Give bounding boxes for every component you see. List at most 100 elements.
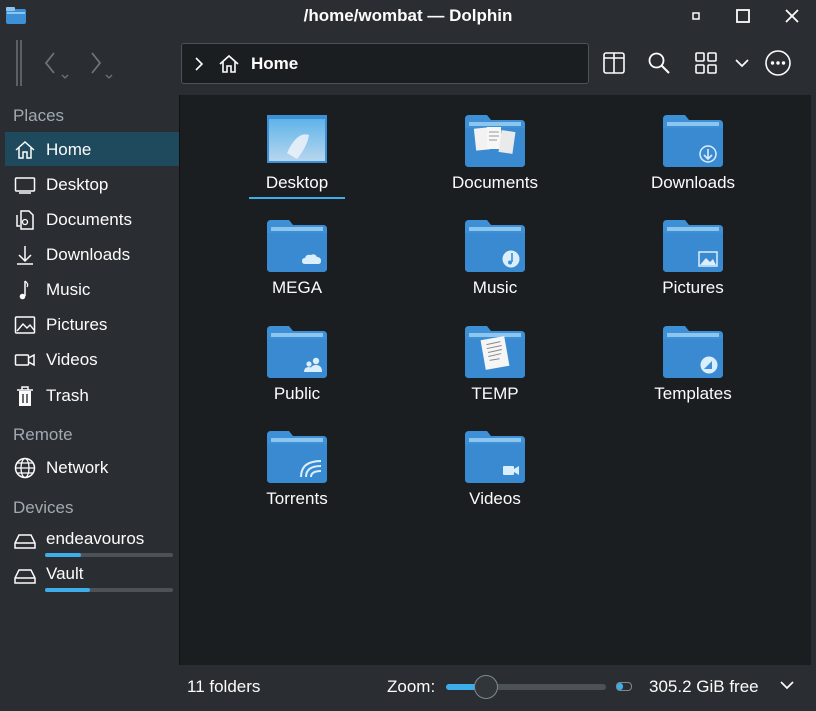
zoom-slider-handle[interactable]: [474, 675, 498, 699]
sidebar-item-endeavouros[interactable]: endeavouros: [5, 527, 179, 561]
desktop-folder-icon: [267, 115, 327, 163]
capacity-bar: [45, 553, 173, 557]
forward-button[interactable]: [80, 46, 116, 82]
paper-folder-icon: [465, 326, 525, 378]
sidebar-item-documents[interactable]: Documents: [5, 202, 179, 236]
close-icon: [785, 9, 799, 23]
more-options-button[interactable]: [762, 46, 794, 80]
file-name: Desktop: [265, 173, 329, 192]
music-folder-icon: [465, 220, 525, 272]
file-item[interactable]: Torrents: [212, 431, 382, 531]
back-button[interactable]: [36, 46, 72, 82]
file-view[interactable]: Desktop Documents Downloads MEGA Music P…: [179, 95, 811, 665]
file-item[interactable]: Templates: [608, 326, 778, 426]
videos-icon: [14, 353, 35, 367]
sidebar-item-label: Pictures: [46, 315, 108, 334]
sidebar-item-label: Downloads: [46, 245, 131, 264]
location-bar[interactable]: Home: [181, 43, 589, 84]
breadcrumb-home[interactable]: Home: [251, 54, 298, 74]
more-options-icon: [765, 50, 791, 76]
dolphin-window: /home/wombat — Dolphin Home Places Home …: [0, 0, 816, 711]
network-icon: [14, 457, 36, 479]
sidebar-item-label: Home: [46, 140, 92, 159]
sidebar-item-music[interactable]: Music: [5, 272, 179, 306]
drive-icon: [14, 534, 36, 549]
template-folder-icon: [663, 326, 723, 378]
picture-folder-icon: [663, 220, 723, 272]
documents-folder-icon: [465, 115, 525, 167]
sidebar-item-label: Trash: [46, 386, 89, 405]
video-folder-icon: [465, 431, 525, 483]
sidebar-item-vault[interactable]: Vault: [5, 562, 179, 596]
sidebar-item-label: Desktop: [46, 175, 109, 194]
documents-icon: [16, 210, 34, 230]
view-mode-button[interactable]: [690, 46, 722, 80]
file-item[interactable]: TEMP: [410, 326, 580, 426]
sidebar-item-label: Network: [46, 458, 109, 477]
pictures-icon: [14, 316, 36, 334]
file-name: MEGA: [271, 278, 323, 297]
icons-view-icon: [695, 52, 717, 74]
sidebar-item-label: endeavouros: [46, 529, 145, 548]
search-icon: [648, 52, 670, 74]
sidebar-item-network[interactable]: Network: [5, 450, 179, 484]
split-view-icon: [603, 52, 625, 74]
file-item[interactable]: Downloads: [608, 115, 778, 215]
search-button[interactable]: [643, 46, 675, 80]
devices-header: Devices: [13, 498, 74, 517]
places-header: Places: [13, 106, 65, 125]
file-name: Videos: [469, 489, 521, 508]
file-item[interactable]: Desktop: [212, 115, 382, 215]
close-button[interactable]: [779, 4, 805, 28]
drive-icon: [14, 569, 36, 584]
selection-underline: [249, 197, 345, 199]
file-name: Music: [472, 278, 518, 297]
chevron-down-icon: [735, 59, 749, 68]
sidebar-item-home[interactable]: Home: [5, 132, 179, 166]
toolbar-grip-icon[interactable]: [16, 40, 22, 86]
file-item[interactable]: Pictures: [608, 220, 778, 320]
maximize-button[interactable]: [730, 4, 756, 28]
home-icon: [219, 54, 239, 73]
keep-above-button[interactable]: [683, 4, 709, 28]
sidebar-item-trash[interactable]: Trash: [5, 378, 179, 412]
chevron-down-icon[interactable]: [779, 679, 795, 691]
sidebar-item-label: Videos: [46, 350, 98, 369]
sidebar-item-pictures[interactable]: Pictures: [5, 307, 179, 341]
free-space-label[interactable]: 305.2 GiB free: [649, 677, 759, 697]
split-view-button[interactable]: [598, 46, 630, 80]
desktop-icon: [14, 177, 36, 194]
status-bar: 11 folders Zoom: 305.2 GiB free: [179, 665, 811, 708]
file-name: Torrents: [266, 489, 328, 508]
file-item[interactable]: Public: [212, 326, 382, 426]
chevron-right-icon[interactable]: [192, 54, 206, 74]
file-item[interactable]: MEGA: [212, 220, 382, 320]
title-bar: /home/wombat — Dolphin: [0, 0, 816, 32]
free-space-bar: [616, 682, 632, 691]
sidebar-item-desktop[interactable]: Desktop: [5, 167, 179, 201]
maximize-icon: [736, 9, 750, 23]
back-arrow-icon: [44, 52, 69, 79]
view-mode-dropdown[interactable]: [726, 46, 758, 80]
sidebar-item-downloads[interactable]: Downloads: [5, 237, 179, 271]
remote-header: Remote: [13, 425, 73, 444]
sidebar-item-label: Music: [46, 280, 91, 299]
cloud-folder-icon: [267, 220, 327, 272]
file-item[interactable]: Music: [410, 220, 580, 320]
sidebar-item-label: Vault: [46, 564, 84, 583]
file-name: TEMP: [471, 384, 519, 403]
file-item[interactable]: Documents: [410, 115, 580, 215]
file-name: Pictures: [662, 278, 724, 297]
file-item[interactable]: Videos: [410, 431, 580, 531]
users-folder-icon: [267, 326, 327, 378]
zoom-slider[interactable]: [446, 675, 606, 699]
trash-icon: [17, 386, 33, 406]
capacity-bar: [45, 588, 173, 592]
forward-arrow-icon: [91, 52, 113, 79]
music-icon: [19, 280, 29, 300]
downloads-icon: [17, 246, 33, 265]
keep-above-icon: [692, 12, 700, 20]
torrent-folder-icon: [267, 431, 327, 483]
places-panel: Places Home Desktop Documents Downloads …: [5, 95, 179, 708]
sidebar-item-videos[interactable]: Videos: [5, 342, 179, 376]
